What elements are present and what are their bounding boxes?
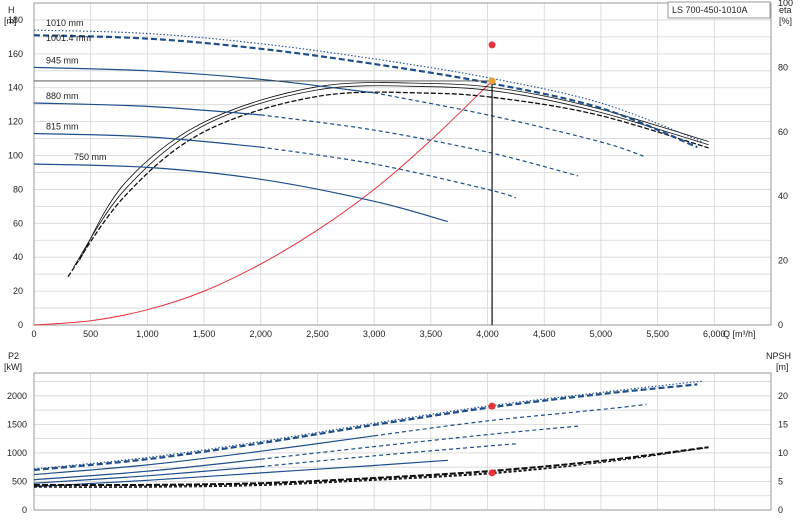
head-axis-label: H [8,5,15,15]
head-curve-label: 945 mm [46,55,79,65]
power-tick-label: 0 [22,505,27,515]
chart-title: LS 700-450-1010A [672,5,748,15]
power-tick-label: 1500 [7,419,27,429]
eta-axis-label: eta [779,5,792,15]
bottom-plot-frame [33,372,772,511]
npsh-tick-label: 20 [778,391,788,401]
flow-tick-label: 4,500 [533,329,556,339]
flow-tick-label: 1,000 [136,329,159,339]
eta-axis-unit: [%] [779,16,792,26]
efficiency-curve [79,82,709,261]
flow-tick-label: 5,500 [646,329,669,339]
power-tick-label: 500 [12,476,27,486]
top-plot-frame [33,2,772,326]
power-curve-dashed [260,425,579,460]
power-axis-unit: [kW] [4,362,22,372]
head-axis-unit: [m] [4,16,17,26]
head-tick-label: 80 [13,184,23,194]
head-curve-label: 880 mm [46,91,79,101]
flow-tick-label: 3,000 [363,329,386,339]
flow-tick-label: 0 [31,329,36,339]
eta-tick-label: 60 [778,127,788,137]
flow-tick-label: 500 [83,329,98,339]
duty-point-npsh [488,469,496,477]
flow-axis-unit: Q [m³/h] [723,329,756,339]
head-curve [33,34,698,149]
duty-point-eta [488,41,496,49]
flow-tick-label: 4,000 [476,329,499,339]
power-tick-label: 1000 [7,448,27,458]
eta-tick-label: 0 [778,320,783,330]
head-curve-label: 750 mm [74,152,107,162]
flow-tick-label: 2,000 [250,329,273,339]
head-tick-label: 0 [18,320,23,330]
duty-point-power [488,402,496,410]
eta-tick-label: 20 [778,256,788,266]
top-chart-grid [33,2,772,326]
bottom-chart-grid [33,373,772,511]
eta-tick-label: 80 [778,62,788,72]
power-axis-label: P2 [8,351,19,361]
head-tick-label: 140 [8,83,23,93]
head-tick-label: 120 [8,117,23,127]
system-curve [33,80,493,326]
head-curve-dashed [374,92,647,158]
power-tick-label: 2000 [7,391,27,401]
head-tick-label: 40 [13,252,23,262]
npsh-tick-label: 5 [778,476,783,486]
head-tick-label: 60 [13,218,23,228]
top-chart-curves: 1010 mm 1001.4 mm 945 mm 880 mm 815 mm 750 mm [33,18,709,326]
head-curve-label: 815 mm [46,121,79,131]
head-tick-label: 160 [8,49,23,59]
flow-tick-label: 2,500 [306,329,329,339]
pump-curve-chart: 1010 mm 1001.4 mm 945 mm 880 mm 815 mm 750 mm… [4,0,793,515]
power-curve [33,459,448,488]
npsh-axis-label: NPSH [766,351,791,361]
head-curve-label: 1010 mm [46,18,84,28]
power-curve-dashed [374,403,647,437]
flow-tick-label: 5,000 [590,329,613,339]
npsh-tick-label: 10 [778,448,788,458]
flow-tick-label: 1,500 [193,329,216,339]
head-curve-label: 1001.4 mm [46,33,91,43]
npsh-axis-unit: [m] [776,362,789,372]
duty-point-head [488,77,496,85]
head-tick-label: 20 [13,286,23,296]
bottom-chart-curves [33,380,709,488]
flow-tick-label: 3,500 [420,329,443,339]
npsh-tick-label: 0 [778,505,783,515]
eta-tick-label: 40 [778,191,788,201]
head-curve-dashed [260,114,579,177]
npsh-tick-label: 15 [778,419,788,429]
efficiency-curve [67,91,709,278]
head-tick-label: 100 [8,151,23,161]
